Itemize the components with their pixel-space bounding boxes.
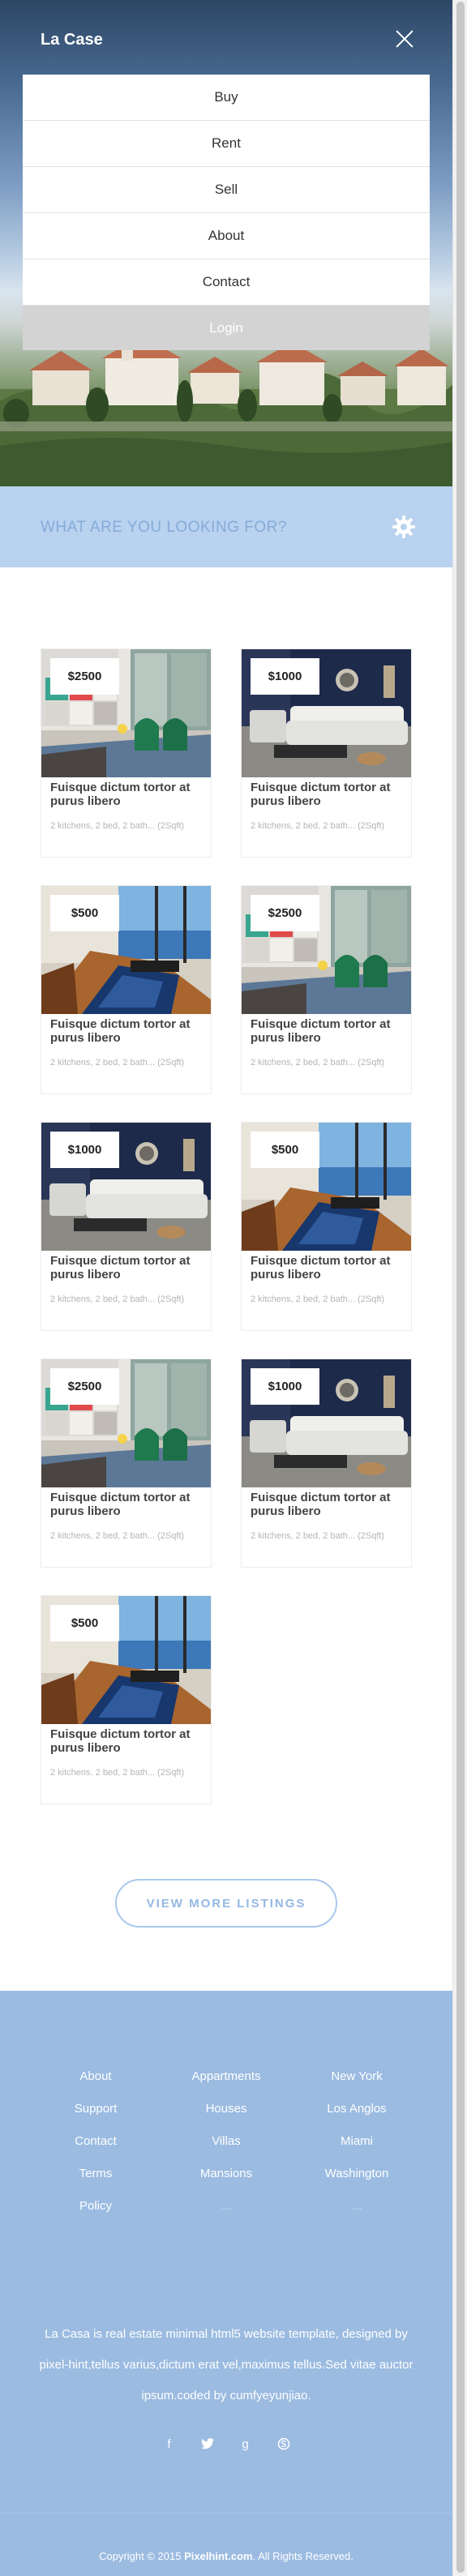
listing-card[interactable]: $2500 Fuisque dictum tortor at purus libe… — [41, 1359, 212, 1568]
footer-link-appartments[interactable]: Appartments — [153, 2069, 299, 2101]
listing-card[interactable]: $500 Fuisque dictum tortor at purus liber… — [41, 1595, 212, 1804]
listing-title[interactable]: Fuisque dictum tortor at purus libero — [251, 1017, 409, 1045]
search-label: WHAT ARE YOU LOOKING FOR? — [41, 519, 287, 536]
listing-price: $2500 — [50, 1368, 119, 1405]
listing-title[interactable]: Fuisque dictum tortor at purus libero — [50, 1254, 208, 1282]
listing-title[interactable]: Fuisque dictum tortor at purus libero — [50, 1017, 208, 1045]
listing-price: $500 — [50, 895, 119, 931]
listing-card[interactable]: $2500 Fuisque dictum tortor at purus libe… — [41, 648, 212, 858]
listing-price: $1000 — [50, 1132, 119, 1168]
menu-item-rent[interactable]: Rent — [23, 121, 430, 167]
hero-banner: La Case Buy Rent Sell About Contact Logi… — [0, 0, 452, 486]
page: La Case Buy Rent Sell About Contact Logi… — [0, 0, 452, 2576]
footer-link-mansions[interactable]: Mansions — [153, 2166, 299, 2198]
listing-price: $1000 — [251, 1368, 319, 1405]
listing-description: 2 kitchens, 2 bed, 2 bath... (2Sqft) — [251, 821, 385, 831]
page-scrollbar[interactable] — [452, 0, 467, 2576]
footer-link-more-cities[interactable]: .... — [284, 2198, 430, 2231]
google-plus-icon[interactable]: g — [237, 2435, 255, 2453]
listing-description: 2 kitchens, 2 bed, 2 bath... (2Sqft) — [50, 821, 185, 831]
brand-logo[interactable]: La Case — [41, 31, 103, 49]
footer-column-property-types: Appartments Houses Villas Mansions .... — [153, 2069, 299, 2231]
listing-title[interactable]: Fuisque dictum tortor at purus libero — [251, 1254, 409, 1282]
listing-description: 2 kitchens, 2 bed, 2 bath... (2Sqft) — [50, 1294, 185, 1304]
skype-icon[interactable] — [275, 2435, 293, 2453]
twitter-icon[interactable] — [199, 2435, 216, 2453]
copyright-suffix: . All Rights Reserved. — [252, 2550, 353, 2562]
footer-column-company: About Support Contact Terms Policy — [23, 2069, 169, 2231]
search-bar[interactable]: WHAT ARE YOU LOOKING FOR? — [0, 486, 452, 567]
listing-description: 2 kitchens, 2 bed, 2 bath... (2Sqft) — [251, 1058, 385, 1068]
footer-link-about[interactable]: About — [23, 2069, 169, 2101]
footer-link-contact[interactable]: Contact — [23, 2133, 169, 2166]
listing-card[interactable]: $2500 Fuisque dictum tortor at purus libe… — [241, 885, 412, 1094]
login-button[interactable]: Login — [23, 306, 430, 350]
footer-link-support[interactable]: Support — [23, 2101, 169, 2133]
listing-title[interactable]: Fuisque dictum tortor at purus libero — [50, 781, 208, 808]
social-links: f g — [0, 2435, 452, 2453]
footer-link-new-york[interactable]: New York — [284, 2069, 430, 2101]
listing-card[interactable]: $500 Fuisque dictum tortor at purus liber… — [41, 885, 212, 1094]
listing-title[interactable]: Fuisque dictum tortor at purus libero — [251, 1491, 409, 1518]
footer: About Support Contact Terms Policy Appar… — [0, 1991, 452, 2576]
menu-item-buy[interactable]: Buy — [23, 75, 430, 121]
listing-price: $2500 — [50, 658, 119, 695]
footer-link-houses[interactable]: Houses — [153, 2101, 299, 2133]
footer-about-text: La Casa is real estate minimal html5 web… — [39, 2327, 413, 2403]
listing-card[interactable]: $1000 Fuisque dictum tortor at purus libe… — [241, 1359, 412, 1568]
scrollbar-thumb[interactable] — [456, 2, 465, 2573]
footer-link-villas[interactable]: Villas — [153, 2133, 299, 2166]
footer-link-miami[interactable]: Miami — [284, 2133, 430, 2166]
listing-description: 2 kitchens, 2 bed, 2 bath... (2Sqft) — [251, 1294, 385, 1304]
menu-item-contact[interactable]: Contact — [23, 259, 430, 306]
listing-card[interactable]: $1000 Fuisque dictum tortor at purus libe… — [41, 1122, 212, 1331]
view-more-listings-button[interactable]: VIEW MORE LISTINGS — [115, 1879, 337, 1928]
listing-title[interactable]: Fuisque dictum tortor at purus libero — [50, 1491, 208, 1518]
footer-link-terms[interactable]: Terms — [23, 2166, 169, 2198]
listing-price: $1000 — [251, 658, 319, 695]
close-menu-icon[interactable] — [395, 29, 414, 49]
menu-item-about[interactable]: About — [23, 213, 430, 259]
footer-divider — [0, 2513, 452, 2514]
listing-description: 2 kitchens, 2 bed, 2 bath... (2Sqft) — [50, 1768, 185, 1778]
copyright: Copyright © 2015 Pixelhint.com. All Righ… — [0, 2550, 452, 2562]
footer-link-policy[interactable]: Policy — [23, 2198, 169, 2231]
listing-price: $500 — [251, 1132, 319, 1168]
listing-card[interactable]: $500 Fuisque dictum tortor at purus liber… — [241, 1122, 412, 1331]
gear-icon[interactable] — [391, 514, 417, 540]
menu-item-sell[interactable]: Sell — [23, 167, 430, 213]
footer-column-cities: New York Los Anglos Miami Washington ...… — [284, 2069, 430, 2231]
footer-link-los-anglos[interactable]: Los Anglos — [284, 2101, 430, 2133]
listing-description: 2 kitchens, 2 bed, 2 bath... (2Sqft) — [50, 1058, 185, 1068]
facebook-icon[interactable]: f — [161, 2435, 178, 2453]
footer-link-more[interactable]: .... — [153, 2198, 299, 2231]
nav-menu: Buy Rent Sell About Contact Login — [23, 75, 430, 350]
footer-link-washington[interactable]: Washington — [284, 2166, 430, 2198]
listing-price: $500 — [50, 1605, 119, 1641]
listing-title[interactable]: Fuisque dictum tortor at purus libero — [251, 781, 409, 808]
copyright-brand-link[interactable]: Pixelhint.com — [184, 2550, 253, 2562]
listing-description: 2 kitchens, 2 bed, 2 bath... (2Sqft) — [251, 1531, 385, 1541]
listing-price: $2500 — [251, 895, 319, 931]
copyright-prefix: Copyright © 2015 — [99, 2550, 182, 2562]
listing-title[interactable]: Fuisque dictum tortor at purus libero — [50, 1727, 208, 1755]
listing-card[interactable]: $1000 Fuisque dictum tortor at purus libe… — [241, 648, 412, 858]
listing-description: 2 kitchens, 2 bed, 2 bath... (2Sqft) — [50, 1531, 185, 1541]
